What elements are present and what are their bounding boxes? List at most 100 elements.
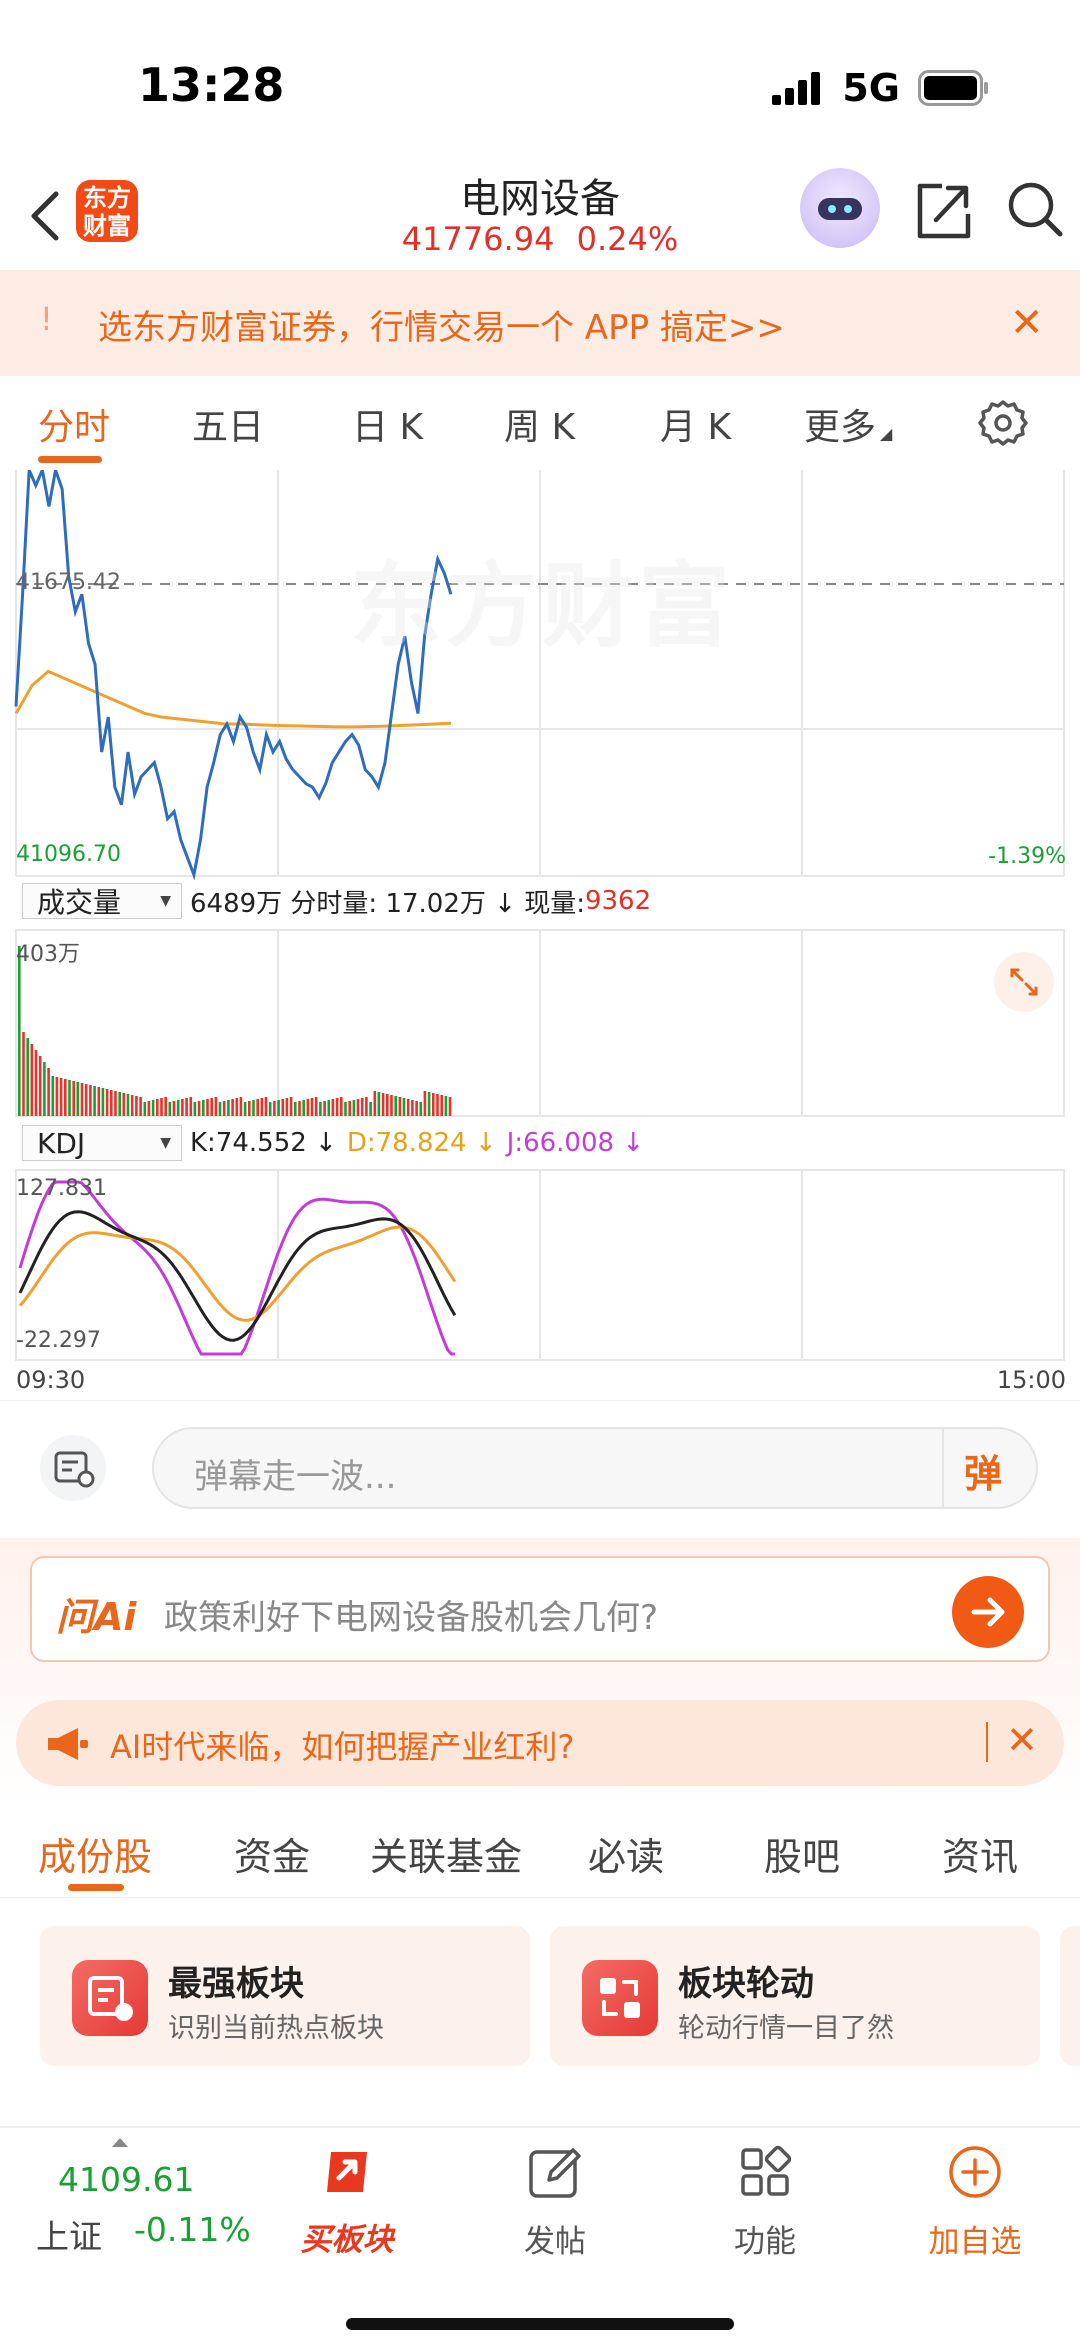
volume-bar xyxy=(147,1101,151,1116)
volume-bar xyxy=(89,1085,92,1116)
volume-bar xyxy=(360,1098,364,1116)
expand-arrows-icon xyxy=(1010,968,1038,996)
index-name[interactable]: 上证 xyxy=(36,2210,102,2258)
low-price-label: 41096.70 xyxy=(16,842,121,867)
danmu-list-icon[interactable] xyxy=(40,1435,106,1501)
post-button[interactable]: 发帖 xyxy=(490,2142,620,2261)
current-volume: 9362 xyxy=(584,886,652,916)
buy-sector-button[interactable]: 买板块 xyxy=(282,2142,412,2259)
danmu-input[interactable]: 弹幕走一波... 弹 xyxy=(152,1427,1038,1509)
time-start-label: 09:30 xyxy=(16,1366,86,1394)
volume-bar xyxy=(273,1101,276,1116)
volume-bar xyxy=(419,1102,423,1116)
index-change[interactable]: -0.11% xyxy=(134,2210,251,2249)
volume-bar xyxy=(406,1099,410,1116)
network-type: 5G xyxy=(842,66,900,110)
add-circle-icon xyxy=(949,2146,1001,2198)
price-line xyxy=(14,470,453,881)
ai-logo: 问Ai xyxy=(56,1595,137,1639)
tab-more[interactable]: 更多 ◢ xyxy=(804,398,892,450)
ai-go-button[interactable] xyxy=(952,1576,1024,1648)
volume-bar xyxy=(398,1097,402,1116)
tab-monthly-k[interactable]: 月 K xyxy=(660,398,731,450)
chart-area[interactable]: 东方财富 41675.42 41096.70 -1.39% 成交量 ▼ 6489… xyxy=(0,470,1080,1400)
volume-bar xyxy=(344,1102,347,1116)
tab-must-read[interactable]: 必读 xyxy=(588,1826,664,1881)
watermark: 东方财富 xyxy=(350,553,735,660)
tab-news[interactable]: 资讯 xyxy=(942,1826,1018,1881)
close-icon[interactable]: ✕ xyxy=(1006,1718,1038,1762)
notice-banner[interactable]: AI时代来临，如何把握产业红利? ✕ xyxy=(16,1700,1064,1786)
volume-bar xyxy=(105,1089,109,1116)
volume-bar xyxy=(210,1098,213,1116)
volume-bar xyxy=(335,1098,339,1116)
ai-question[interactable]: 政策利好下电网设备股机会几何? xyxy=(164,1590,658,1639)
gear-icon[interactable] xyxy=(978,398,1028,448)
tab-weekly-k[interactable]: 周 K xyxy=(504,398,575,450)
volume-bar xyxy=(93,1086,96,1116)
tab-constituents[interactable]: 成份股 xyxy=(38,1826,152,1881)
search-icon[interactable] xyxy=(1004,178,1066,240)
close-icon[interactable]: ✕ xyxy=(1010,300,1044,346)
tab-daily-k[interactable]: 日 K xyxy=(352,398,423,450)
caret-down-icon: ▼ xyxy=(160,893,171,909)
volume-bar xyxy=(59,1078,63,1116)
volume-panel-grid xyxy=(15,929,1065,1117)
tab-intraday[interactable]: 分时 xyxy=(38,398,110,450)
volume-bar xyxy=(235,1098,239,1116)
volume-bar xyxy=(26,1038,29,1116)
tab-funds-flow[interactable]: 资金 xyxy=(234,1826,310,1881)
volume-bar xyxy=(427,1092,431,1116)
notice-text[interactable]: AI时代来临，如何把握产业红利? xyxy=(110,1722,574,1768)
ai-ask-box[interactable]: 问Ai 政策利好下电网设备股机会几何? xyxy=(30,1556,1050,1662)
add-watchlist-button[interactable]: 加自选 xyxy=(910,2142,1040,2261)
volume-indicator-select[interactable]: 成交量 ▼ xyxy=(22,883,182,919)
tab-forum[interactable]: 股吧 xyxy=(764,1826,840,1881)
tab-five-day[interactable]: 五日 xyxy=(192,398,264,450)
message-list-icon xyxy=(54,1451,95,1488)
promo-banner[interactable]: ! 选东方财富证券，行情交易一个 APP 搞定>> ✕ xyxy=(0,270,1080,376)
volume-bar xyxy=(156,1099,159,1116)
volume-bar xyxy=(252,1100,255,1116)
volume-bar xyxy=(310,1098,314,1116)
kdj-indicator-select[interactable]: KDJ ▼ xyxy=(22,1125,182,1161)
volume-bar xyxy=(256,1099,259,1116)
kdj-min-label: -22.297 xyxy=(16,1328,101,1353)
volume-bar xyxy=(260,1098,264,1116)
ai-assistant-avatar[interactable] xyxy=(800,168,880,248)
danmu-send-button[interactable]: 弹 xyxy=(942,1429,1036,1507)
share-icon[interactable] xyxy=(912,180,974,242)
expand-icon[interactable] xyxy=(994,952,1054,1012)
change-percent: 0.24% xyxy=(576,220,679,258)
index-value[interactable]: 4109.61 xyxy=(58,2160,194,2199)
volume-bar xyxy=(76,1082,80,1116)
volume-bar xyxy=(423,1091,427,1116)
volume-bar xyxy=(444,1096,448,1116)
volume-max-label: 403万 xyxy=(16,942,80,967)
card-strongest-sector[interactable]: 最强板块 识别当前热点板块 xyxy=(40,1926,530,2066)
caret-up-icon[interactable] xyxy=(112,2138,128,2147)
volume-bar xyxy=(340,1097,343,1116)
volume-bar xyxy=(377,1092,381,1116)
back-icon[interactable] xyxy=(22,186,72,246)
volume-bar xyxy=(181,1099,184,1116)
volume-bar xyxy=(218,1102,222,1116)
bottom-bar: 4109.61 上证 -0.11% 买板块 发帖 功能 加自选 xyxy=(0,2126,1080,2349)
section-tabs: 成份股 资金 关联基金 必读 股吧 资讯 xyxy=(0,1808,1080,1898)
volume-bar xyxy=(277,1100,280,1116)
volume-bar xyxy=(323,1101,326,1116)
volume-bar xyxy=(231,1099,234,1116)
volume-bar xyxy=(139,1097,142,1116)
volume-bar xyxy=(222,1101,226,1116)
volume-bar xyxy=(18,946,21,1116)
volume-bar xyxy=(356,1099,360,1116)
volume-header: 成交量 ▼ 6489万 分时量: 17.02万 ↓ 现量: 9362 xyxy=(22,882,651,920)
function-button[interactable]: 功能 xyxy=(700,2142,830,2261)
volume-bar xyxy=(331,1099,335,1116)
tab-related-funds[interactable]: 关联基金 xyxy=(370,1826,522,1881)
card-sector-rotation[interactable]: 板块轮动 轮动行情一目了然 xyxy=(550,1926,1040,2066)
volume-bar xyxy=(135,1096,138,1116)
promo-text[interactable]: 选东方财富证券，行情交易一个 APP 搞定>> xyxy=(98,300,785,349)
tab-active-indicator xyxy=(38,456,102,463)
card-peek[interactable] xyxy=(1060,1926,1080,2066)
